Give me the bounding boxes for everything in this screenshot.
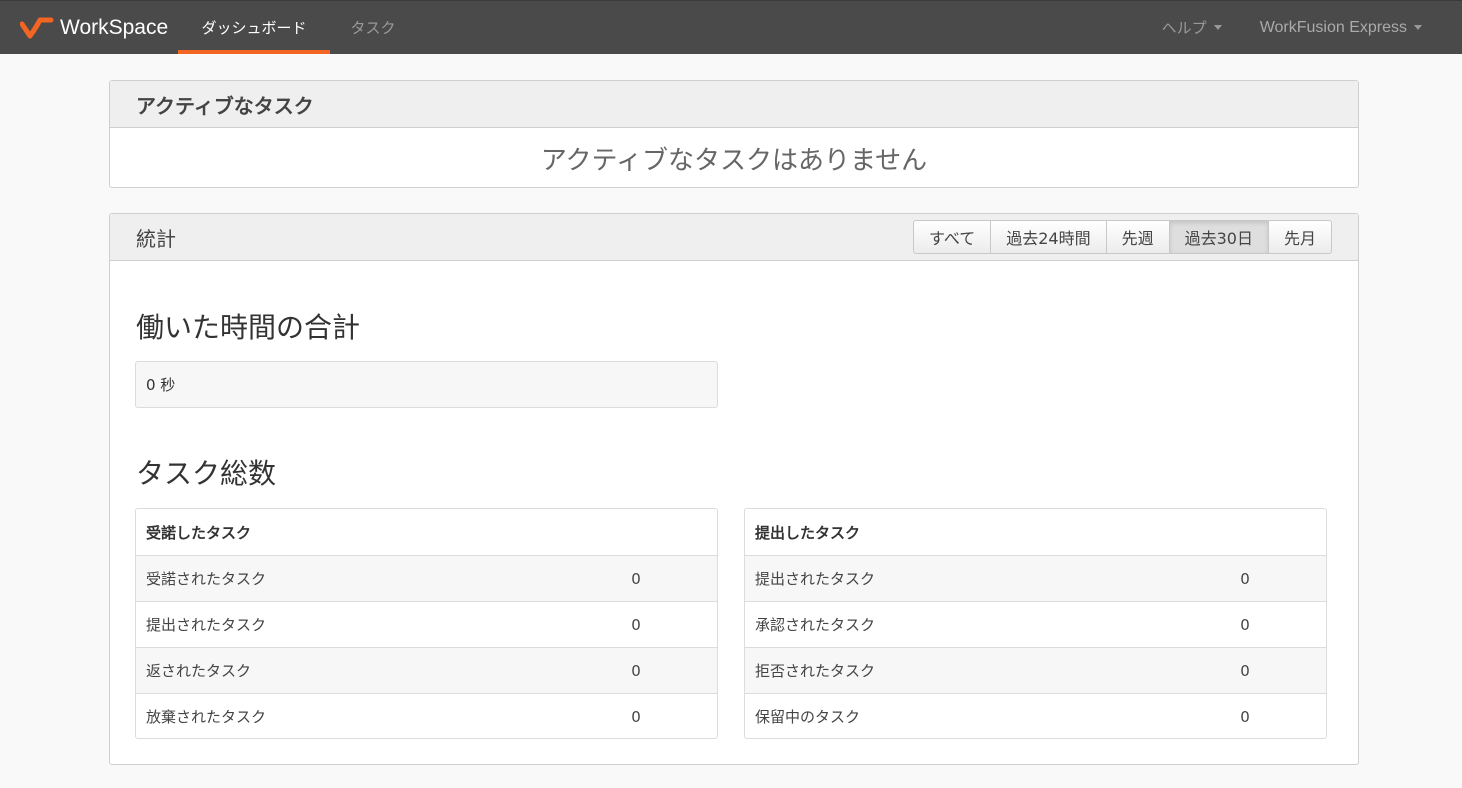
submitted-tasks-header: 提出したタスク: [755, 523, 861, 542]
table-row: 放棄されたタスク 0: [136, 693, 717, 738]
user-menu-dropdown[interactable]: WorkFusion Express: [1260, 19, 1422, 37]
filter-30days-button[interactable]: 過去30日: [1168, 220, 1269, 254]
table-row: 受諾されたタスク 0: [136, 555, 717, 601]
table-row: 提出されたタスク 0: [136, 601, 717, 647]
period-filter-group: すべて 過去24時間 先週 過去30日 先月: [912, 220, 1332, 254]
chevron-down-icon: [1414, 25, 1422, 30]
no-active-tasks-message: アクティブなタスクはありません: [540, 145, 928, 176]
row-label: 承認されたタスク: [755, 616, 876, 634]
row-label: 受諾されたタスク: [146, 570, 267, 588]
accepted-tasks-table: 受諾したタスク 受諾されたタスク 0 提出されたタスク 0 返されたタスク 0 …: [135, 508, 718, 739]
row-label: 返されたタスク: [146, 662, 252, 680]
active-tasks-panel: アクティブなタスク アクティブなタスクはありません: [109, 80, 1359, 188]
workspace-logo-icon: [20, 17, 54, 38]
filter-last-week-button[interactable]: 先週: [1105, 220, 1170, 254]
filter-24h-button[interactable]: 過去24時間: [990, 220, 1107, 254]
table-row: 保留中のタスク 0: [745, 693, 1326, 738]
row-value: 0: [631, 615, 641, 634]
row-value: 0: [1240, 707, 1250, 726]
brand-name: WorkSpace: [60, 15, 169, 39]
total-time-value: 0 秒: [135, 361, 718, 408]
nav-tab-dashboard[interactable]: ダッシュボード: [178, 1, 330, 54]
filter-all-button[interactable]: すべて: [912, 220, 992, 254]
user-name: WorkFusion Express: [1259, 18, 1407, 36]
accepted-tasks-header: 受諾したタスク: [146, 523, 252, 542]
brand-logo[interactable]: WorkSpace: [0, 1, 178, 54]
top-navbar: WorkSpace ダッシュボード タスク ヘルプ WorkFusion Exp…: [0, 0, 1462, 54]
row-value: 0: [1240, 661, 1250, 680]
nav-tab-tasks[interactable]: タスク: [330, 1, 416, 54]
row-value: 0: [631, 707, 641, 726]
statistics-title: 統計: [136, 226, 176, 251]
row-label: 保留中のタスク: [755, 708, 861, 726]
statistics-heading: 統計 すべて 過去24時間 先週 過去30日 先月: [110, 214, 1358, 261]
filter-last-month-button[interactable]: 先月: [1267, 220, 1332, 254]
help-label: ヘルプ: [1161, 19, 1207, 37]
table-row: 返されたタスク 0: [136, 647, 717, 693]
row-label: 拒否されたタスク: [755, 662, 876, 680]
total-time-title: 働いた時間の合計: [136, 311, 361, 344]
chevron-down-icon: [1213, 25, 1222, 30]
row-value: 0: [631, 661, 641, 680]
row-value: 0: [1240, 615, 1250, 634]
total-tasks-title: タスク総数: [136, 457, 277, 490]
active-tasks-title: アクティブなタスク: [110, 81, 1358, 128]
row-label: 放棄されたタスク: [146, 708, 267, 726]
submitted-tasks-table: 提出したタスク 提出されたタスク 0 承認されたタスク 0 拒否されたタスク 0…: [744, 508, 1327, 739]
row-value: 0: [631, 569, 641, 588]
row-label: 提出されたタスク: [146, 616, 267, 634]
statistics-panel: 統計 すべて 過去24時間 先週 過去30日 先月 働いた時間の合計 0 秒 タ…: [109, 213, 1359, 765]
table-row: 提出されたタスク 0: [745, 555, 1326, 601]
row-label: 提出されたタスク: [755, 570, 876, 588]
table-row: 承認されたタスク 0: [745, 601, 1326, 647]
help-dropdown[interactable]: ヘルプ: [1162, 17, 1222, 38]
table-row: 拒否されたタスク 0: [745, 647, 1326, 693]
row-value: 0: [1240, 569, 1250, 588]
